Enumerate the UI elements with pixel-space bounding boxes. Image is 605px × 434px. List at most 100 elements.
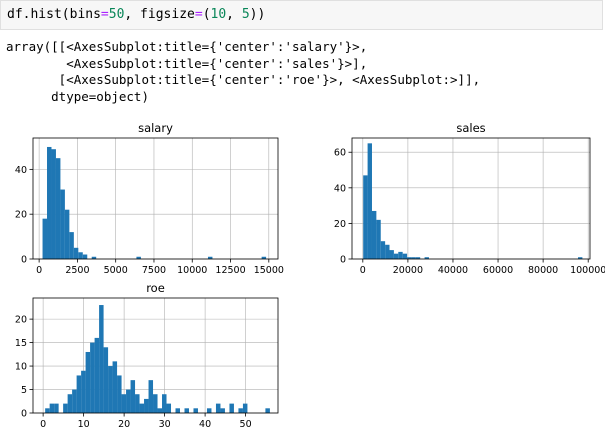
- histogram-bar: [72, 389, 77, 413]
- histogram-bar: [121, 394, 127, 413]
- histogram-bar: [67, 394, 73, 413]
- histogram-bar: [153, 394, 158, 413]
- histogram-bar: [402, 253, 408, 259]
- x-tick-label: 0: [36, 265, 42, 276]
- histogram-salary: 0 2500 5000 7500 10000 12500 15000 0 20 40 salary: [15, 121, 284, 276]
- histogram-bar: [175, 408, 180, 413]
- histogram-bar: [162, 394, 167, 413]
- histogram-bar: [139, 403, 145, 413]
- code-token: 50: [108, 7, 125, 22]
- x-tick-label: 50: [240, 419, 252, 430]
- x-tick-label: 60000: [483, 265, 513, 276]
- y-tick-label: 60: [334, 148, 346, 159]
- histogram-bar: [90, 342, 95, 413]
- histogram-bar: [117, 375, 122, 413]
- axes-frame: [351, 137, 591, 260]
- histogram-bar: [193, 408, 198, 413]
- x-tick-label: 80000: [528, 265, 558, 276]
- histogram-bar: [73, 247, 79, 259]
- histogram-bar: [82, 254, 88, 259]
- histogram-sales: 0 20000 40000 60000 80000 100000 0 20 40 60 sales: [334, 121, 605, 276]
- histogram-bar: [367, 143, 372, 259]
- x-tick-label: 40: [199, 419, 211, 430]
- code-token: =: [194, 7, 203, 22]
- histogram-bar: [64, 209, 70, 259]
- histogram-bar: [157, 408, 163, 413]
- histogram-bar: [85, 351, 91, 413]
- histogram-bar: [389, 250, 394, 259]
- histogram-figure: 0 2500 5000 7500 10000 12500 1500002040salary0…: [15, 121, 605, 430]
- chart-title: salary: [138, 121, 173, 135]
- chart-title: roe: [146, 281, 165, 295]
- y-tick-label: 15: [15, 338, 27, 349]
- histogram-bar: [135, 394, 140, 413]
- output-line: dtype=object): [6, 88, 149, 104]
- x-tick-label: 20: [118, 419, 130, 430]
- y-tick-label: 0: [21, 409, 27, 420]
- code-token: , figsize: [124, 7, 195, 22]
- histogram-bar: [51, 149, 56, 259]
- code-token: )): [249, 7, 266, 22]
- x-tick-label: 5000: [104, 265, 128, 276]
- histogram-bar: [69, 232, 74, 259]
- histogram-bar: [220, 408, 225, 413]
- histogram-bar: [242, 403, 248, 413]
- y-tick-label: 20: [15, 315, 27, 326]
- y-tick-label: 40: [334, 183, 346, 194]
- y-tick-label: 10: [15, 362, 27, 373]
- code-cell[interactable]: df.hist(bins=50, figsize=(10, 5)): [0, 0, 603, 30]
- histogram-bar: [78, 252, 83, 259]
- chart-title: sales: [456, 121, 485, 135]
- histogram-bar: [184, 408, 189, 413]
- x-tick-label: 10: [78, 419, 90, 430]
- x-tick-label: 0: [360, 265, 366, 276]
- output-line: array([[<AxesSubplot:title={'center':'sa…: [6, 39, 368, 54]
- histogram-bar: [385, 244, 390, 259]
- x-tick-label: 10000: [177, 265, 207, 276]
- histogram-bar: [99, 305, 104, 413]
- histogram-bar: [398, 251, 403, 259]
- code-token: 10: [210, 7, 227, 22]
- code-token: =: [100, 7, 109, 22]
- y-tick-label: 20: [15, 210, 27, 221]
- histogram-bar: [215, 403, 221, 413]
- histogram-bar: [380, 241, 386, 259]
- x-tick-label: 12500: [215, 265, 245, 276]
- x-tick-label: 7500: [142, 265, 166, 276]
- histogram-bar: [60, 189, 65, 259]
- y-tick-label: 40: [15, 165, 27, 176]
- y-tick-label: 0: [21, 255, 27, 266]
- histogram-bar: [42, 218, 48, 259]
- histogram-bar: [47, 146, 52, 259]
- histogram-bar: [45, 408, 50, 413]
- code-token: df.hist(bins: [7, 7, 101, 22]
- code-input[interactable]: df.hist(bins=50, figsize=(10, 5)): [7, 6, 265, 24]
- histogram-bar: [49, 403, 55, 413]
- output-line: <AxesSubplot:title={'center':'sales'}>],: [6, 55, 368, 71]
- y-tick-label: 0: [340, 255, 346, 266]
- x-tick-label: 2500: [65, 265, 89, 276]
- x-tick-label: 15000: [254, 265, 284, 276]
- histogram-bar: [371, 210, 377, 259]
- x-tick-label: 100000: [570, 265, 605, 276]
- histogram-bar: [81, 370, 86, 413]
- histogram-bar: [238, 408, 243, 413]
- y-tick-label: 20: [334, 219, 346, 230]
- code-token: 5: [241, 7, 250, 22]
- histogram-bar: [103, 347, 109, 413]
- histogram-bar: [393, 253, 399, 259]
- histogram-bar: [363, 175, 368, 259]
- output-line: [<AxesSubplot:title={'center':'roe'}>, <…: [6, 72, 481, 87]
- histogram-bar: [376, 219, 381, 259]
- histogram-bar: [166, 403, 172, 413]
- x-tick-label: 40000: [438, 265, 468, 276]
- histogram-bar: [265, 408, 270, 413]
- cell-output: array([[<AxesSubplot:title={'center':'sa…: [6, 39, 480, 105]
- histogram-bar: [229, 403, 234, 413]
- histogram-bar: [148, 380, 154, 413]
- histogram-bar: [54, 403, 59, 413]
- histogram-bar: [63, 403, 68, 413]
- histogram-bar: [76, 375, 82, 413]
- histogram-bar: [130, 380, 136, 413]
- histogram-bar: [94, 337, 100, 413]
